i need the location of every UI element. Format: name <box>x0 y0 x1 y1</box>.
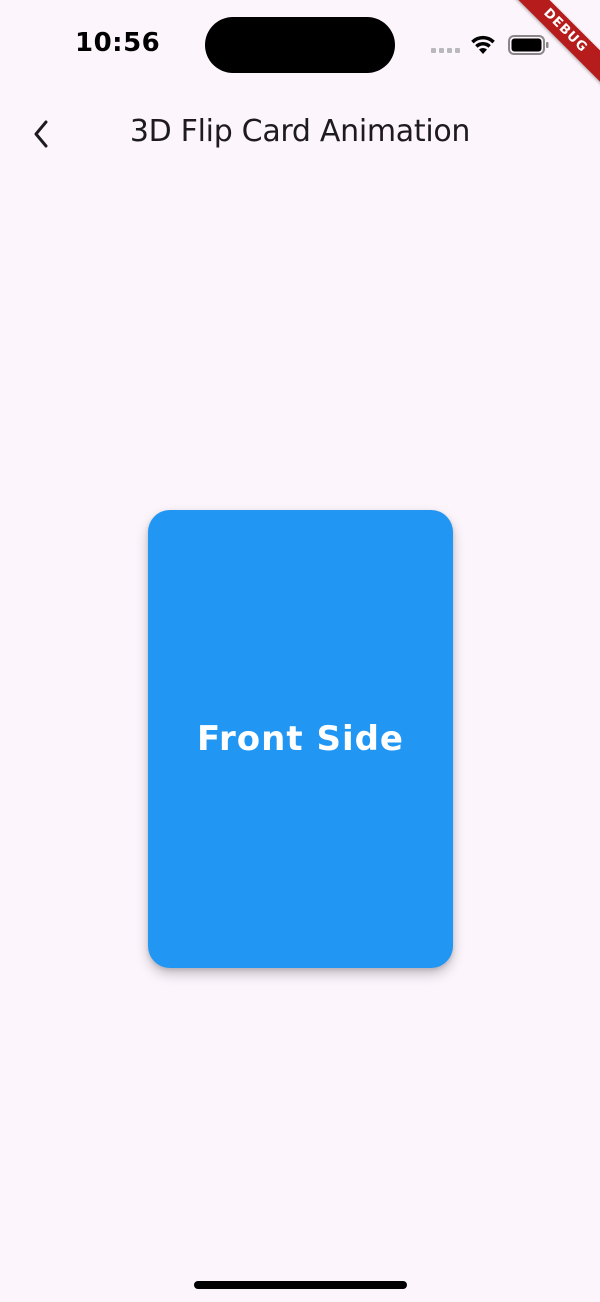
app-bar: 3D Flip Card Animation <box>0 90 600 178</box>
flip-card[interactable]: Front Side <box>148 510 453 968</box>
wifi-icon <box>470 33 496 55</box>
dynamic-island <box>205 17 395 73</box>
card-front-label: Front Side <box>196 719 404 759</box>
status-time: 10:56 <box>75 28 161 58</box>
page-title: 3D Flip Card Animation <box>129 114 471 149</box>
home-indicator[interactable] <box>194 1281 407 1289</box>
battery-full-icon <box>508 34 550 56</box>
status-bar: 10:56 <box>0 0 600 90</box>
cellular-signal-icon <box>431 48 461 54</box>
